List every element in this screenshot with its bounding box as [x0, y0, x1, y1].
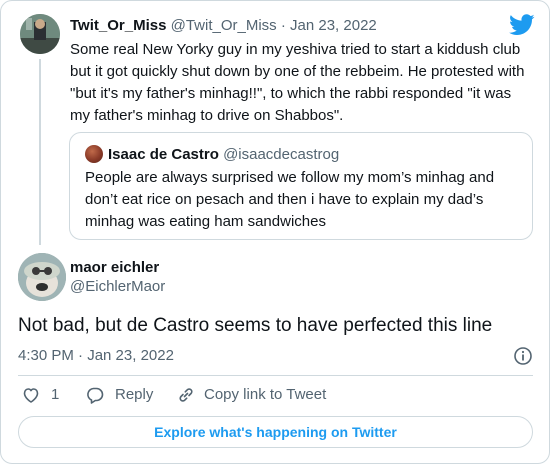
parent-date[interactable]: Jan 23, 2022 [290, 17, 377, 34]
reply-icon [87, 387, 104, 404]
twitter-logo-icon[interactable] [509, 14, 535, 36]
copy-link-label: Copy link to Tweet [204, 386, 327, 403]
parent-name[interactable]: Twit_Or_Miss [70, 17, 166, 34]
thread-line [39, 59, 41, 245]
explore-button[interactable]: Explore what's happening on Twitter [18, 416, 533, 448]
author-avatar[interactable] [18, 253, 66, 301]
author-handle[interactable]: @EichlerMaor [70, 277, 165, 297]
quote-avatar [85, 145, 103, 163]
embedded-tweet-card: Twit_Or_Miss @Twit_Or_Miss · Jan 23, 202… [0, 0, 550, 464]
info-icon[interactable] [513, 346, 533, 366]
divider [18, 375, 533, 376]
parent-text: Some real New Yorky guy in my yeshiva tr… [70, 41, 525, 124]
quoted-tweet[interactable]: Isaac de Castro @isaacdecastrog People a… [69, 132, 533, 240]
like-button[interactable]: 1 [21, 385, 61, 405]
tweet-text: Not bad, but de Castro seems to have per… [18, 315, 493, 336]
quote-header: Isaac de Castro @isaacdecastrog [108, 145, 339, 165]
copy-link-button[interactable]: Copy link to Tweet [176, 385, 336, 405]
like-count: 1 [51, 386, 60, 403]
parent-handle[interactable]: @Twit_Or_Miss [171, 17, 277, 34]
parent-header: Twit_Or_Miss @Twit_Or_Miss · Jan 23, 202… [70, 16, 377, 36]
tweet-timestamp[interactable]: 4:30 PM · Jan 23, 2022 [18, 346, 174, 366]
quote-name: Isaac de Castro [108, 146, 219, 163]
quote-text: People are always surprised we follow my… [85, 169, 495, 230]
heart-icon [23, 388, 39, 403]
separator-dot: · [280, 17, 286, 34]
reply-label: Reply [115, 386, 154, 403]
author-name[interactable]: maor eichler [70, 258, 159, 278]
reply-button[interactable]: Reply [85, 385, 155, 405]
parent-avatar[interactable] [20, 14, 60, 54]
quote-handle: @isaacdecastrog [223, 146, 340, 163]
link-icon [179, 388, 193, 402]
